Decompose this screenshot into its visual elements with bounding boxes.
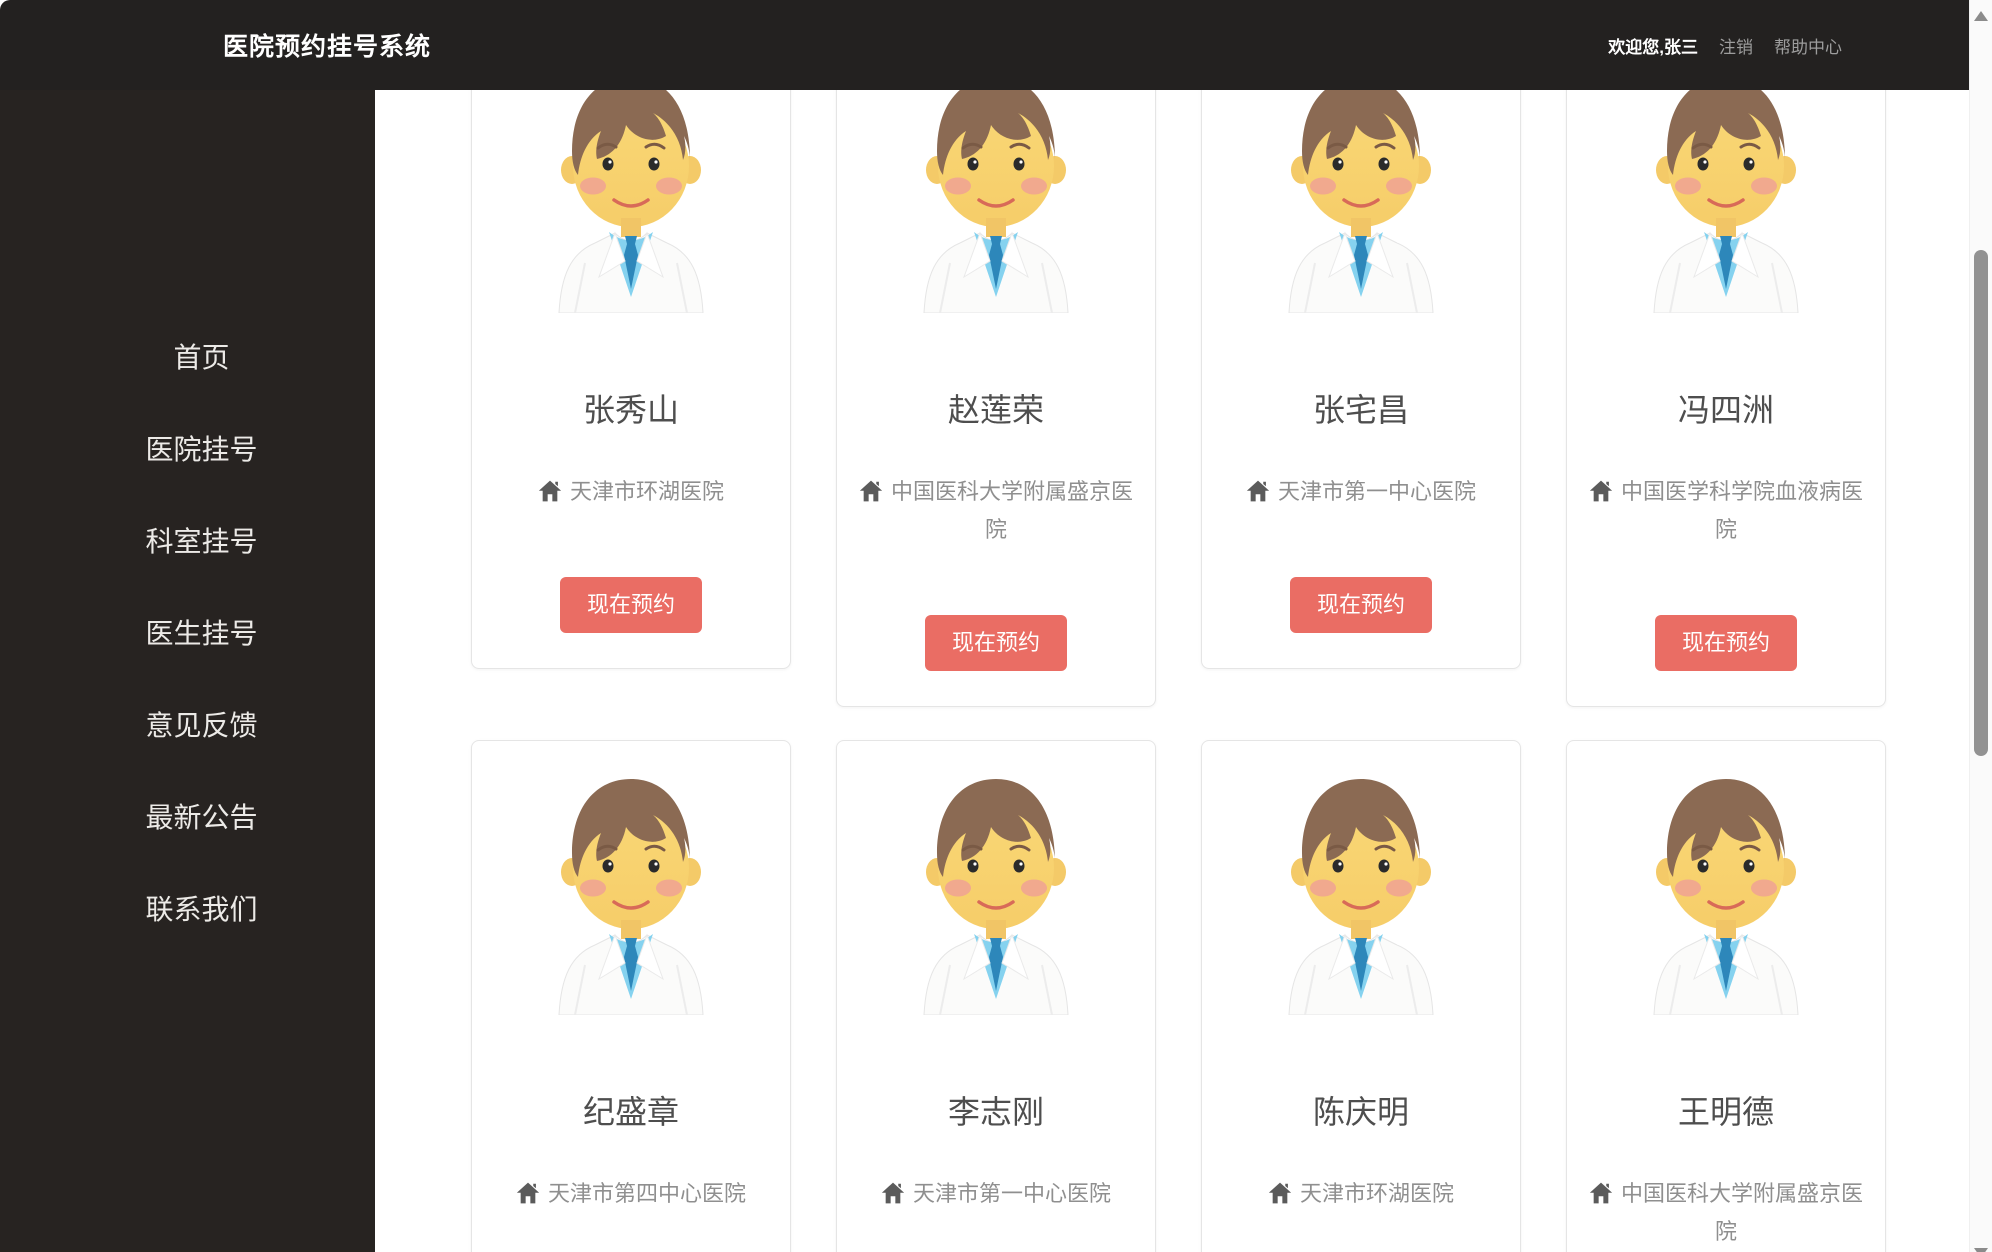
doctor-hospital-name: 天津市第一中心医院 xyxy=(912,1181,1111,1206)
sidebar-item[interactable]: 科室挂号 xyxy=(0,494,375,586)
doctor-hospital: 中国医科大学附属盛京医院 xyxy=(1585,1175,1867,1251)
doctor-avatar xyxy=(1288,779,1434,1015)
sidebar-item[interactable]: 最新公告 xyxy=(0,770,375,862)
doctor-avatar xyxy=(923,90,1069,313)
home-icon xyxy=(1268,1182,1292,1204)
help-center-link[interactable]: 帮助中心 xyxy=(1774,33,1842,58)
logout-link[interactable]: 注销 xyxy=(1719,33,1753,58)
doctor-hospital: 天津市第一中心医院 xyxy=(1220,473,1502,511)
sidebar-item[interactable]: 医院挂号 xyxy=(0,402,375,494)
doctor-avatar xyxy=(923,779,1069,1015)
doctor-hospital-name: 中国医科大学附属盛京医院 xyxy=(1620,1181,1863,1244)
doctor-grid: 张秀山 天津市环湖医院 现在预约 赵莲荣 中国医科大学附属盛京医院 现在预约 张… xyxy=(471,90,1886,1252)
home-icon xyxy=(859,480,883,502)
sidebar-menu: 首页 医院挂号 科室挂号 医生挂号 意见反馈 最新公告 联系我们 xyxy=(0,90,375,954)
sidebar-item[interactable]: 首页 xyxy=(0,310,375,402)
doctor-name: 陈庆明 xyxy=(1312,1094,1409,1130)
vertical-scrollbar[interactable] xyxy=(1969,0,1992,1252)
doctor-name: 张宅昌 xyxy=(1312,392,1409,428)
doctor-hospital: 中国医科大学附属盛京医院 xyxy=(855,473,1137,549)
doctor-avatar xyxy=(1653,779,1799,1015)
doctor-card: 陈庆明 天津市环湖医院 现在预约 xyxy=(1201,740,1521,1252)
home-icon xyxy=(1589,1182,1613,1204)
doctor-hospital-name: 天津市第一中心医院 xyxy=(1277,479,1476,504)
doctor-card: 冯四洲 中国医学科学院血液病医院 现在预约 xyxy=(1566,90,1886,707)
doctor-name: 赵莲荣 xyxy=(947,392,1044,428)
book-now-button[interactable]: 现在预约 xyxy=(1654,615,1797,671)
doctor-avatar xyxy=(1288,90,1434,313)
doctor-name: 冯四洲 xyxy=(1677,392,1774,428)
doctor-hospital: 天津市第一中心医院 xyxy=(855,1175,1137,1213)
doctor-name: 王明德 xyxy=(1677,1094,1774,1130)
doctor-card: 张宅昌 天津市第一中心医院 现在预约 xyxy=(1201,90,1521,669)
doctor-hospital: 天津市环湖医院 xyxy=(490,473,772,511)
app-title: 医院预约挂号系统 xyxy=(223,33,432,61)
scroll-down-arrow-icon[interactable] xyxy=(1974,1248,1988,1252)
doctor-hospital-name: 天津市环湖医院 xyxy=(1299,1181,1454,1206)
doctor-avatar xyxy=(558,90,704,313)
doctor-hospital-name: 天津市第四中心医院 xyxy=(547,1181,746,1206)
doctor-hospital-name: 天津市环湖医院 xyxy=(569,479,724,504)
doctor-card: 王明德 中国医科大学附属盛京医院 现在预约 xyxy=(1566,740,1886,1252)
main-content: 张秀山 天津市环湖医院 现在预约 赵莲荣 中国医科大学附属盛京医院 现在预约 张… xyxy=(375,90,1969,1252)
page: 医院预约挂号系统 欢迎您,张三 注销 帮助中心 首页 医院挂号 科室挂号 医生挂号 意见… xyxy=(0,0,1992,1252)
doctor-hospital: 中国医学科学院血液病医院 xyxy=(1585,473,1867,549)
doctor-card: 张秀山 天津市环湖医院 现在预约 xyxy=(471,90,791,669)
book-now-button[interactable]: 现在预约 xyxy=(924,615,1067,671)
doctor-name: 张秀山 xyxy=(582,392,679,428)
book-now-button[interactable]: 现在预约 xyxy=(559,577,702,633)
doctor-hospital-name: 中国医科大学附属盛京医院 xyxy=(890,479,1133,542)
sidebar-item[interactable]: 联系我们 xyxy=(0,862,375,954)
doctor-card: 纪盛章 天津市第四中心医院 现在预约 xyxy=(471,740,791,1252)
doctor-avatar xyxy=(558,779,704,1015)
header-right-links: 欢迎您,张三 注销 帮助中心 xyxy=(1608,0,1842,90)
doctor-card: 李志刚 天津市第一中心医院 现在预约 xyxy=(836,740,1156,1252)
doctor-card: 赵莲荣 中国医科大学附属盛京医院 现在预约 xyxy=(836,90,1156,707)
home-icon xyxy=(1246,480,1270,502)
sidebar: 首页 医院挂号 科室挂号 医生挂号 意见反馈 最新公告 联系我们 xyxy=(0,90,375,1252)
doctor-hospital-name: 中国医学科学院血液病医院 xyxy=(1620,479,1863,542)
doctor-hospital: 天津市第四中心医院 xyxy=(490,1175,772,1213)
scrollbar-thumb[interactable] xyxy=(1974,250,1988,756)
home-icon xyxy=(881,1182,905,1204)
welcome-user-text: 欢迎您,张三 xyxy=(1608,37,1698,57)
scroll-up-arrow-icon[interactable] xyxy=(1974,11,1988,21)
home-icon xyxy=(516,1182,540,1204)
top-navbar: 医院预约挂号系统 欢迎您,张三 注销 帮助中心 xyxy=(0,0,1969,90)
doctor-name: 纪盛章 xyxy=(582,1094,679,1130)
book-now-button[interactable]: 现在预约 xyxy=(1289,577,1432,633)
doctor-name: 李志刚 xyxy=(947,1094,1044,1130)
doctor-avatar xyxy=(1653,90,1799,313)
sidebar-item[interactable]: 意见反馈 xyxy=(0,678,375,770)
home-icon xyxy=(1589,480,1613,502)
sidebar-item[interactable]: 医生挂号 xyxy=(0,586,375,678)
doctor-hospital: 天津市环湖医院 xyxy=(1220,1175,1502,1213)
home-icon xyxy=(538,480,562,502)
